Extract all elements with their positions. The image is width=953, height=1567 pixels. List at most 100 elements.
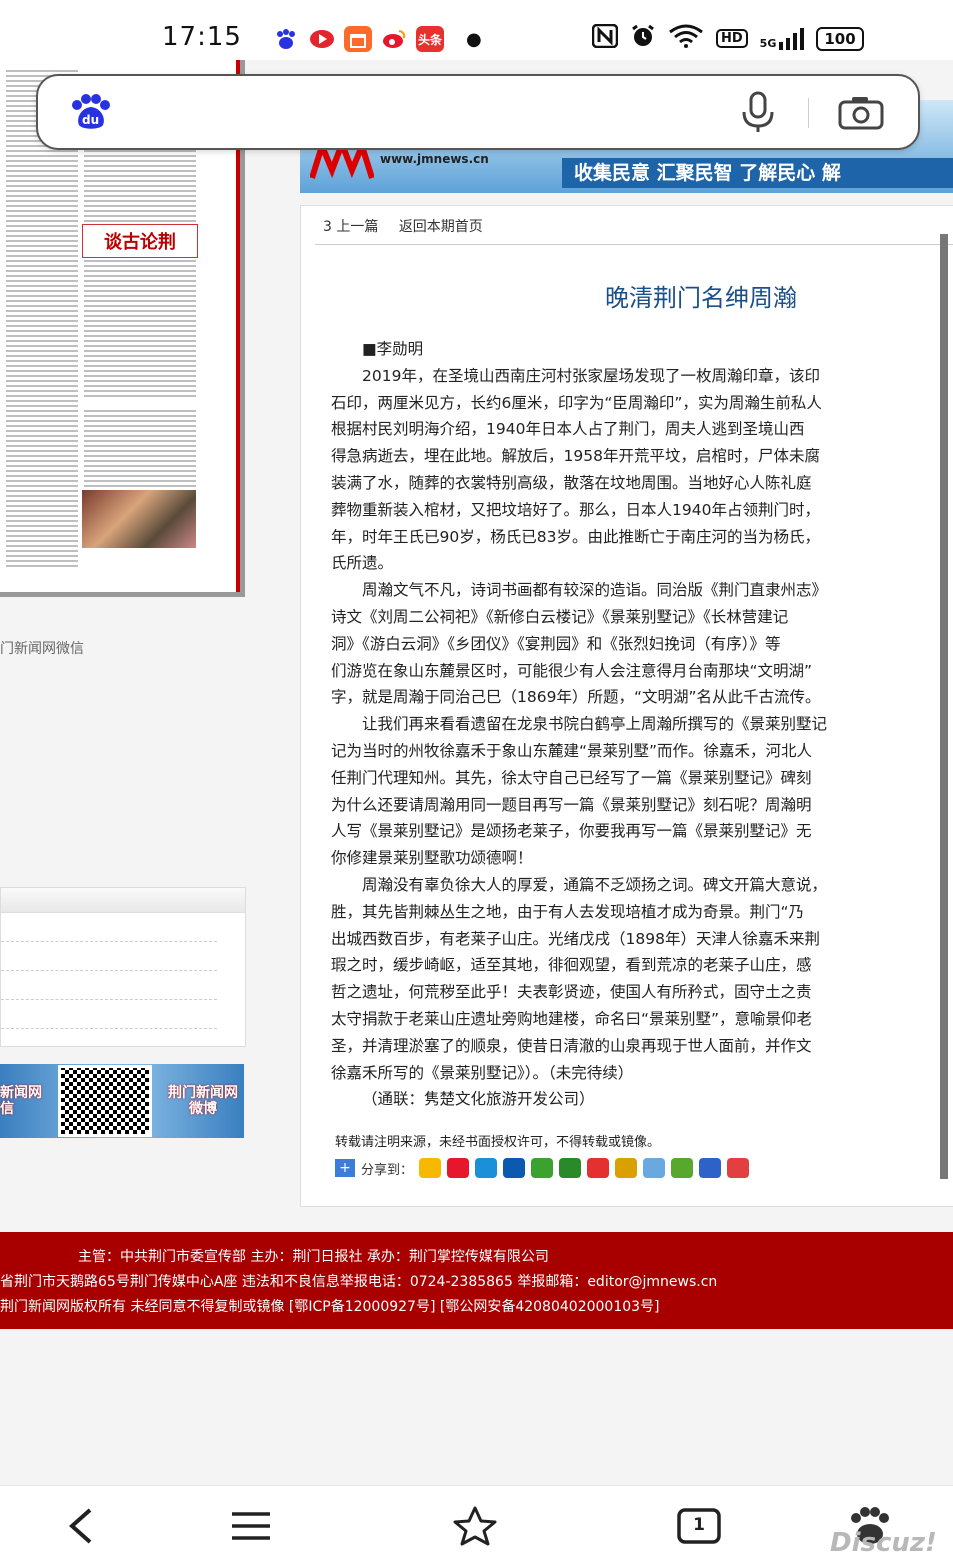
share-weibo-icon[interactable]: [447, 1158, 470, 1178]
scan-text-column: [84, 410, 196, 490]
article-paragraph-line: 瑕之时，缓步崎岖，适至其地，徘徊观望，看到荒凉的老莱子山庄，感: [331, 956, 812, 975]
video-app-icon: [308, 26, 336, 52]
microphone-icon[interactable]: [738, 90, 778, 134]
article-paragraph-line: 氏所遗。: [331, 554, 394, 573]
share-plus-icon[interactable]: +: [335, 1159, 355, 1177]
newspaper-photo: [82, 490, 196, 548]
article-paragraph-line: 字，就是周瀚于同治己巳（1869年）所题，“文明湖”名从此千古流传。: [331, 688, 821, 707]
article-paragraph-line: 胜，其先皆荆棘丛生之地，由于有人去发现培植才成为奇景。荆门“乃: [331, 902, 805, 921]
toutiao-icon: 头条: [416, 26, 444, 52]
article-paragraph-line: 哲之遗址，何荒秽至此乎！夫表彰贤迹，使国人有所矜式，固守土之责: [331, 983, 812, 1002]
gift-app-icon: [344, 26, 372, 52]
footer-line-3: 荆门新闻网版权所有 未经同意不得复制或镜像 [鄂ICP备12000927号] […: [0, 1299, 660, 1315]
article-panel: 3 上一篇 返回本期首页 晚清荆门名绅周瀚 ■李勋明 2019年，在圣境山西南庄…: [300, 205, 953, 1207]
qr-code: [58, 1065, 152, 1137]
tabs-button[interactable]: 1: [676, 1506, 722, 1546]
bookmark-star-icon[interactable]: [452, 1506, 498, 1546]
article-author: ■李勋明: [362, 340, 424, 358]
article-paragraph-line: 周瀚没有辜负徐大人的厚爱，通篇不乏颂扬之词。碑文开篇大意说，: [362, 875, 828, 894]
share-qzone-icon[interactable]: [419, 1158, 442, 1178]
site-slogan: 收集民意 汇聚民智 了解民心 解: [562, 158, 953, 188]
footer-line-2: 省荆门市天鹅路65号荆门传媒中心A座 违法和不良信息举报电话：0724-2385…: [0, 1274, 718, 1290]
hd-icon: HD: [716, 29, 748, 48]
list-item[interactable]: [1, 1000, 217, 1029]
share-renren-icon[interactable]: [503, 1158, 526, 1178]
article-paragraph-line: 2019年，在圣境山西南庄河村张家屋场发现了一枚周瀚印章，该印: [362, 366, 820, 385]
wifi-icon: [668, 24, 704, 53]
list-item[interactable]: [1, 942, 217, 971]
article-nav: 3 上一篇 返回本期首页: [323, 216, 499, 236]
prev-article-link[interactable]: 3 上一篇: [323, 219, 378, 235]
article-paragraph-line: 太守捐款于老莱山庄遗址旁购地建楼，命名曰“景莱别墅”，意喻景仰老: [331, 1009, 813, 1028]
baidu-logo-icon[interactable]: du: [68, 94, 114, 130]
camera-icon[interactable]: [838, 94, 884, 130]
weibo-icon: [380, 26, 408, 52]
share-sohu-icon[interactable]: [587, 1158, 610, 1178]
battery-indicator: 100: [816, 26, 864, 51]
browser-search-bar[interactable]: du: [36, 74, 920, 150]
article-paragraph-line: 任荆门代理知州。其先，徐太守自己已经写了一篇《景莱别墅记》碑刻: [331, 768, 812, 787]
back-arrow-icon[interactable]: [60, 1506, 106, 1546]
share-tieba-icon[interactable]: [699, 1158, 722, 1178]
article-paragraph-line: 圣，并清理淤塞了的顺泉，使昔日清澈的山泉再现于世人面前，并作文: [331, 1036, 812, 1055]
signal-icon: 5G: [759, 27, 805, 50]
share-kaixin-icon[interactable]: [531, 1158, 554, 1178]
qr-left-label: 新闻网 信: [0, 1085, 42, 1117]
side-list-header: [1, 888, 245, 913]
article-paragraphs: 2019年，在圣境山西南庄河村张家屋场发现了一枚周瀚印章，该印石印，两厘米见方，…: [331, 363, 953, 1113]
side-list-box: [0, 887, 246, 1047]
column-tag: 谈古论荆: [82, 224, 198, 258]
article-paragraph-line: 让我们再来看看遗留在龙泉书院白鹤亭上周瀚所撰写的《景莱别墅记: [362, 715, 828, 734]
share-douban-icon[interactable]: [559, 1158, 582, 1178]
baidu-logo-text: du: [82, 113, 99, 127]
browser-bottom-nav: 1: [0, 1485, 953, 1567]
share-163-icon[interactable]: [615, 1158, 638, 1178]
article-paragraph-line: （通联：隽楚文化旅游开发公司）: [362, 1090, 595, 1109]
footer-line-1: 主管：中共荆门市委宣传部 主办：荆门日报社 承办：荆门掌控传媒有限公司: [78, 1249, 549, 1265]
alarm-icon: [630, 24, 656, 53]
tab-count: 1: [693, 1515, 705, 1535]
article-paragraph-line: 葬物重新装入棺材，又把坟培好了。那么，日本人1940年占领荆门时，: [331, 500, 820, 519]
qr-code-banner[interactable]: 新闻网 信 荆门新闻网 微博: [0, 1064, 244, 1138]
article-body: ■李勋明 2019年，在圣境山西南庄河村张家屋场发现了一枚周瀚印章，该印石印，两…: [331, 336, 953, 1113]
article-paragraph-line: 为什么还要请周瀚用同一题目再写一篇《景莱别墅记》刻石呢？周瀚明: [331, 795, 812, 814]
article-paragraph-line: 洞》《游白云洞》《乡团仪》《宴荆园》和《张烈妇挽词（有序）》等: [331, 634, 781, 653]
list-item[interactable]: [1, 913, 217, 942]
toutiao-label: 头条: [417, 32, 442, 47]
nfc-icon: [591, 23, 619, 53]
share-more-icon[interactable]: [727, 1158, 750, 1178]
status-time: 17:15: [162, 22, 242, 52]
more-dot-icon: ●: [466, 28, 482, 50]
article-paragraph-line: 得急病逝去，埋在此地。解放后，1958年开荒平坟，启棺时，尸体未腐: [331, 447, 820, 466]
discuz-watermark: Discuz!: [830, 1528, 937, 1558]
article-paragraph-line: 们游览在象山东麓景区时，可能很少有人会注意得月台南那块“文明湖”: [331, 661, 813, 680]
system-indicators: HD 5G 100: [591, 23, 864, 53]
divider: [315, 244, 953, 245]
share-mail-icon[interactable]: [643, 1158, 666, 1178]
search-bar-divider: [808, 98, 809, 128]
share-label: 分享到：: [361, 1162, 414, 1178]
qr-right-label: 荆门新闻网 微博: [168, 1085, 238, 1117]
article-paragraph-line: 年，时年王氏已90岁，杨氏已83岁。由此推断亡于南庄河的当为杨氏，: [331, 527, 820, 546]
article-paragraph-line: 石印，两厘米见方，长约6厘米，印字为“臣周瀚印”，实为周瀚生前私人: [331, 393, 822, 412]
scan-text-column: [84, 140, 196, 400]
baidu-icon: [272, 26, 300, 52]
share-tqq-icon[interactable]: [475, 1158, 498, 1178]
share-bar: + 分享到：: [335, 1158, 750, 1178]
article-paragraph-line: 诗文《刘周二公祠祀》《新修白云楼记》《景莱别墅记》《长林营建记: [331, 607, 789, 626]
network-type: 5G: [759, 36, 777, 50]
article-paragraph-line: 记为当时的州牧徐嘉禾于象山东麓建“景莱别墅”而作。徐嘉禾，河北人: [331, 741, 813, 760]
article-paragraph-line: 出城西数百步，有老莱子山庄。光绪戊戌（1898年）天津人徐嘉禾来荆: [331, 929, 820, 948]
copyright-notice: 转载请注明来源，未经书面授权许可，不得转载或镜像。: [335, 1135, 661, 1150]
menu-icon[interactable]: [228, 1506, 274, 1546]
share-baidu-icon[interactable]: [671, 1158, 694, 1178]
list-item[interactable]: [1, 971, 217, 1000]
site-footer: 主管：中共荆门市委宣传部 主办：荆门日报社 承办：荆门掌控传媒有限公司 省荆门市…: [0, 1232, 953, 1329]
article-paragraph-line: 人写《景莱别墅记》是颂扬老莱子，你要我再写一篇《景莱别墅记》无: [331, 822, 812, 841]
article-paragraph-line: 你修建景莱别墅歌功颂德啊！: [331, 849, 533, 868]
article-paragraph-line: 徐嘉禾所写的《景莱别墅记》）。（未完待续）: [331, 1063, 634, 1082]
wechat-label: 门新闻网微信: [0, 641, 84, 657]
article-paragraph-line: 装满了水，随葬的衣裳特别高级，散落在坟地周围。当地好心人陈礼庭: [331, 473, 812, 492]
article-title: 晚清荆门名绅周瀚: [605, 284, 797, 312]
back-to-issue-link[interactable]: 返回本期首页: [399, 219, 483, 235]
